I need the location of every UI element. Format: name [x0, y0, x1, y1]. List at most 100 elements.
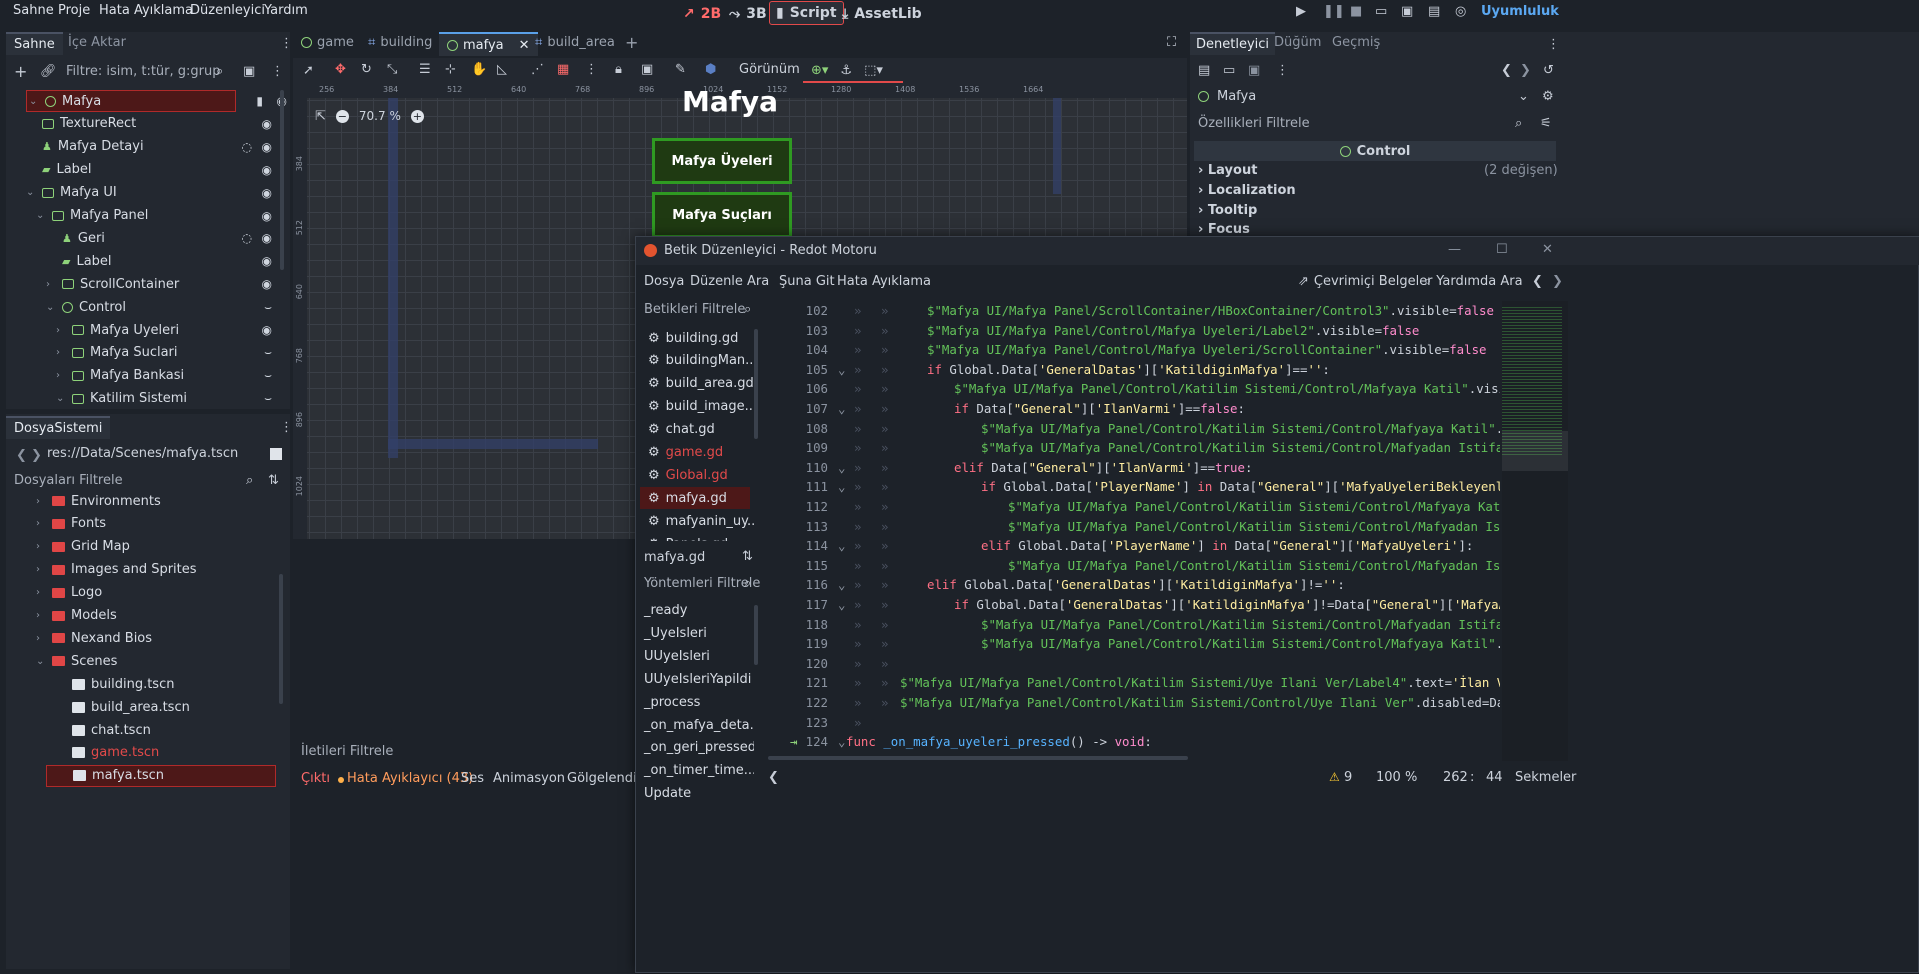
tab-output[interactable]: Çıktı	[301, 771, 330, 786]
menu-editor[interactable]: Düzenleyici	[190, 3, 265, 18]
method-item[interactable]: _on_mafya_deta...	[644, 718, 754, 733]
visibility-icon[interactable]: ◉	[262, 323, 272, 337]
movie-maker-icon[interactable]: ◎	[1455, 5, 1466, 18]
file-item[interactable]: › Logo	[6, 582, 282, 604]
smart-snap-icon[interactable]: ⋰	[531, 63, 544, 76]
fs-scrollbar[interactable]	[279, 574, 283, 704]
search-icon[interactable]: ⌕	[1515, 117, 1522, 130]
menu-dots-icon[interactable]: ⋮	[271, 65, 284, 78]
code-line[interactable]: 107 ⌄»» if Data["General"]['IlanVarmi']==f…	[768, 399, 1500, 419]
script-item[interactable]: ⚙Panels.gd	[640, 533, 750, 541]
history-back-icon[interactable]: ❮	[1501, 64, 1512, 77]
script-item[interactable]: ⚙ build_area.gd	[640, 373, 754, 395]
menu-edit[interactable]: Düzenle	[690, 274, 743, 289]
code-line[interactable]: 123»	[768, 713, 1500, 733]
tree-item[interactable]: ⌄ Mafya UI ◉	[6, 182, 284, 204]
new-resource-icon[interactable]: ▤	[1198, 64, 1210, 77]
workspace-script-button[interactable]: ▮ Script	[769, 1, 844, 25]
section-focus[interactable]: › Focus	[1198, 222, 1250, 237]
add-node-icon[interactable]: +	[14, 64, 27, 80]
add-tab-icon[interactable]: +	[625, 35, 638, 51]
code-line[interactable]: 106»» $"Mafya UI/Mafya Panel/Control/Kati…	[768, 379, 1500, 399]
section-localization[interactable]: › Localization	[1198, 183, 1296, 198]
remote-debug-icon[interactable]: ▭	[1375, 5, 1387, 18]
method-item[interactable]: _process	[644, 695, 700, 710]
pivot-tool-icon[interactable]: ⊹	[445, 63, 456, 76]
save-icon[interactable]: ▣	[1248, 64, 1260, 77]
visibility-icon[interactable]: ◉	[262, 117, 272, 131]
tree-item[interactable]: › ScrollContainer ◉	[6, 273, 284, 295]
fold-icon[interactable]: ⌄	[838, 458, 845, 478]
maximize-icon[interactable]: ☐	[1496, 243, 1508, 256]
search-icon[interactable]: ⌕	[744, 577, 751, 590]
bone-icon[interactable]: ✎	[675, 63, 686, 76]
visibility-icon[interactable]: ◉	[262, 277, 272, 291]
visibility-icon[interactable]: ◉	[262, 186, 272, 200]
tree-item[interactable]: ▰ Label ◉	[6, 250, 284, 272]
select-tool-icon[interactable]: ➚	[303, 64, 314, 77]
toggle-panel-icon[interactable]: ❮	[768, 771, 779, 784]
zoom-level[interactable]: 100 %	[1376, 770, 1417, 785]
presets-icon[interactable]: ⊕▾	[811, 64, 828, 77]
close-icon[interactable]: ✕	[519, 38, 530, 53]
sort-icon[interactable]: ⇅	[742, 550, 753, 563]
sort-icon[interactable]: ⇅	[268, 474, 279, 487]
visibility-icon[interactable]: ◉	[262, 140, 272, 154]
code-line[interactable]: 115»» $"Mafya UI/Mafya Panel/Control/Kati…	[768, 556, 1500, 576]
code-line[interactable]: 104»» $"Mafya UI/Mafya Panel/Control/Mafy…	[768, 340, 1500, 360]
view-menu[interactable]: Görünüm	[739, 62, 800, 77]
code-line[interactable]: 118»» $"Mafya UI/Mafya Panel/Control/Kati…	[768, 615, 1500, 635]
tab-shader[interactable]: Gölgelendiri	[567, 771, 646, 786]
fold-icon[interactable]: ⌄	[838, 595, 845, 615]
script-item[interactable]: ⚙ mafya.gd	[640, 487, 750, 510]
visibility-icon[interactable]: ◉	[262, 231, 272, 245]
tab-animation[interactable]: Animasyon	[493, 771, 565, 786]
menu-file[interactable]: Dosya	[644, 274, 684, 289]
list-select-icon[interactable]: ☰	[419, 63, 431, 76]
script-item[interactable]: ⚙ building.gd	[640, 327, 750, 349]
code-line[interactable]: 108»» $"Mafya UI/Mafya Panel/Control/Kati…	[768, 419, 1500, 439]
section-layout[interactable]: › Layout	[1198, 163, 1257, 178]
scene-filter-input[interactable]: Filtre: isim, t:tür, g:grup	[66, 64, 221, 79]
code-line[interactable]: 102»» $"Mafya UI/Mafya Panel/ScrollContai…	[768, 301, 1500, 321]
back-icon[interactable]: ❮	[16, 449, 27, 462]
play-custom-icon[interactable]: ▤	[1428, 5, 1440, 18]
method-item[interactable]: _on_geri_pressed	[644, 740, 754, 755]
play-icon[interactable]: ▶	[1296, 5, 1306, 18]
chevron-icon[interactable]: ⌄	[36, 656, 46, 667]
chevron-icon[interactable]: ⌄	[56, 393, 66, 404]
script-item[interactable]: ⚙ mafyanin_uy...	[640, 510, 754, 532]
node-info-icon[interactable]: ⚙	[1542, 90, 1554, 103]
file-item[interactable]: chat.tscn	[6, 719, 282, 741]
signal-icon[interactable]: ◌	[242, 231, 252, 245]
zoom-level[interactable]: 70.7 %	[359, 109, 401, 123]
link-icon[interactable]: 🔗︎	[40, 65, 57, 78]
method-item[interactable]: _UyeIsleri	[644, 626, 707, 641]
path-field[interactable]: res://Data/Scenes/mafya.tscn	[47, 446, 238, 461]
chevron-icon[interactable]: ›	[36, 633, 46, 644]
file-item[interactable]: building.tscn	[6, 673, 282, 695]
minimap-viewport[interactable]	[1502, 431, 1568, 471]
scene-tree-scrollbar[interactable]	[280, 90, 284, 270]
menu-project[interactable]: Proje	[58, 3, 90, 18]
property-filter-input[interactable]: Özellikleri Filtrele	[1198, 116, 1310, 131]
code-line[interactable]: 119»» $"Mafya UI/Mafya Panel/Control/Kati…	[768, 634, 1500, 654]
search-icon[interactable]: ⌕	[246, 474, 253, 487]
warnings-count[interactable]: 9	[1344, 770, 1352, 785]
code-line[interactable]: 120»»	[768, 654, 1500, 674]
grid-snap-icon[interactable]: ▦	[557, 63, 569, 76]
menu-debug[interactable]: Hata Ayıklama	[99, 3, 193, 18]
file-item[interactable]: › Models	[6, 605, 282, 627]
fold-icon[interactable]: ⌄	[838, 360, 845, 380]
script-filter-input[interactable]: Betikleri Filtrele	[644, 302, 745, 317]
chevron-icon[interactable]: ⌄	[46, 302, 56, 313]
recent-icon[interactable]: ↺	[1543, 64, 1554, 77]
script-item[interactable]: ⚙ chat.gd	[640, 419, 750, 441]
file-item[interactable]: › Grid Map	[6, 536, 282, 558]
code-editor[interactable]: 102»» $"Mafya UI/Mafya Panel/ScrollContai…	[768, 301, 1500, 761]
script-item[interactable]: ⚙ Global.gd	[640, 464, 750, 486]
move-tool-icon[interactable]: ✥	[335, 63, 346, 76]
scale-tool-icon[interactable]: ⤡	[387, 63, 397, 76]
chevron-icon[interactable]: ›	[36, 518, 46, 529]
workspace-assetlib-button[interactable]: ⤓ AssetLib	[842, 2, 922, 26]
